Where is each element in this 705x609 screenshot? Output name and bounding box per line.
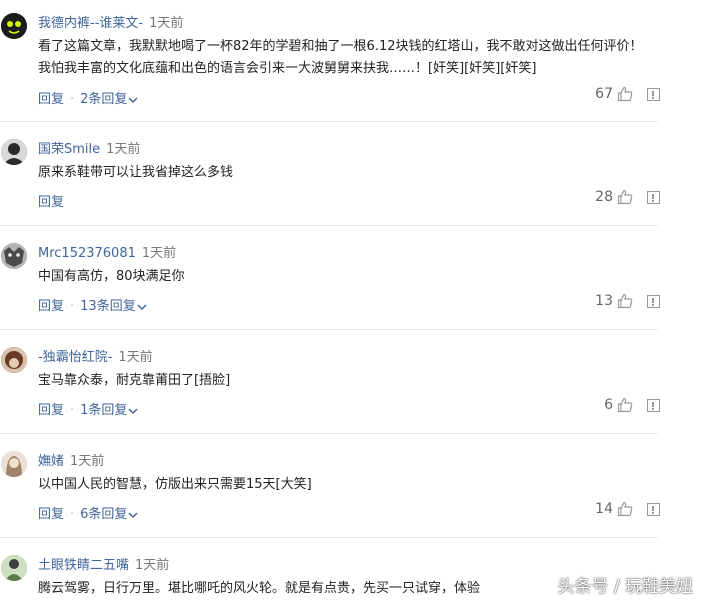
comment-meta: Mrc152376081 1天前 <box>38 242 176 261</box>
reply-button[interactable]: 回复 <box>38 92 64 107</box>
divider <box>0 121 658 122</box>
like-count: 67 <box>595 86 613 102</box>
separator: · <box>70 403 75 418</box>
timestamp: 1天前 <box>106 142 141 157</box>
avatar[interactable] <box>1 555 27 581</box>
avatar[interactable] <box>1 13 27 39</box>
replies-count: 2条回复 <box>80 92 128 107</box>
like-count: 6 <box>604 397 613 413</box>
comment-actions: 回复 · 13条回复 <box>38 295 147 314</box>
like-count: 14 <box>595 501 613 517</box>
separator: · <box>70 92 75 107</box>
timestamp: 1天前 <box>141 246 177 261</box>
username[interactable]: 嫵媎 <box>38 454 64 469</box>
username[interactable]: 我德内裤--谁莱文- <box>38 16 143 31</box>
chevron-down-icon <box>128 407 138 414</box>
avatar[interactable] <box>1 451 27 477</box>
comment-item: -独霸怡红院- 1天前 宝马靠众泰，耐克靠莆田了[捂脸] 回复 · 1条回复 6 <box>0 347 660 427</box>
username[interactable]: 土眼铁睛二五嘴 <box>38 558 129 573</box>
divider <box>0 329 658 330</box>
comment-actions: 回复 · 1条回复 <box>38 399 138 418</box>
comment-text: 宝马靠众泰，耐克靠莆田了[捂脸] <box>38 373 231 388</box>
chevron-down-icon <box>128 96 138 103</box>
like-count: 13 <box>595 293 613 309</box>
avatar[interactable] <box>1 243 27 269</box>
comment-actions: 回复 <box>38 191 64 210</box>
divider <box>0 537 658 538</box>
divider <box>0 225 658 226</box>
comment-item: 我德内裤--谁莱文- 1天前 看了这篇文章，我默默地喝了一杯82年的学碧和抽了一根… <box>0 13 660 113</box>
comment-text: 看了这篇文章，我默默地喝了一杯82年的学碧和抽了一根6.12块钱的红塔山，我不敢… <box>38 39 643 76</box>
comment-text: 以中国人民的智慧，仿版出来只需要15天[大笑] <box>38 477 312 492</box>
comment-actions: 回复 · 6条回复 <box>38 503 138 522</box>
comment-meta: 我德内裤--谁莱文- 1天前 <box>38 12 183 31</box>
thumbs-up-icon[interactable] <box>617 189 633 205</box>
chevron-down-icon <box>137 303 147 310</box>
replies-toggle[interactable]: 1条回复 <box>80 403 138 418</box>
report-icon[interactable] <box>647 398 660 412</box>
avatar[interactable] <box>1 139 27 165</box>
comment-item: 嫵媎 1天前 以中国人民的智慧，仿版出来只需要15天[大笑] 回复 · 6条回复 14 <box>0 451 660 531</box>
like-count: 28 <box>595 189 613 205</box>
replies-toggle[interactable]: 13条回复 <box>80 299 147 314</box>
thumbs-up-icon[interactable] <box>617 397 633 413</box>
reply-button[interactable]: 回复 <box>38 507 64 522</box>
username[interactable]: -独霸怡红院- <box>38 350 112 365</box>
timestamp: 1天前 <box>149 16 184 31</box>
replies-count: 13条回复 <box>80 299 136 314</box>
comment-text: 中国有高仿，80块满足你 <box>38 269 185 284</box>
avatar[interactable] <box>1 347 27 373</box>
timestamp: 1天前 <box>118 350 153 365</box>
comment-text: 原来系鞋带可以让我省掉这么多钱 <box>38 165 234 180</box>
reply-button[interactable]: 回复 <box>38 299 64 314</box>
reply-button[interactable]: 回复 <box>38 403 64 418</box>
comment-item: 国荣Smile 1天前 原来系鞋带可以让我省掉这么多钱 回复 28 <box>0 139 660 219</box>
timestamp: 1天前 <box>135 558 170 573</box>
thumbs-up-icon[interactable] <box>617 86 633 102</box>
like-area: 67 <box>595 86 660 102</box>
report-icon[interactable] <box>647 294 660 308</box>
report-icon[interactable] <box>647 87 660 101</box>
comment-item: Mrc152376081 1天前 中国有高仿，80块满足你 回复 · 13条回复 13 <box>0 243 660 323</box>
comment-meta: 嫵媎 1天前 <box>38 450 104 469</box>
replies-count: 6条回复 <box>80 507 128 522</box>
report-icon[interactable] <box>647 502 660 516</box>
separator: · <box>70 507 75 522</box>
like-area: 28 <box>595 189 660 205</box>
comment-meta: 土眼铁睛二五嘴 1天前 <box>38 554 169 573</box>
thumbs-up-icon[interactable] <box>617 501 633 517</box>
like-area: 14 <box>595 501 660 517</box>
report-icon[interactable] <box>647 190 660 204</box>
timestamp: 1天前 <box>70 454 105 469</box>
chevron-down-icon <box>128 511 138 518</box>
watermark: 头条号 / 玩鞋美妞 <box>557 577 693 597</box>
thumbs-up-icon[interactable] <box>617 293 633 309</box>
comment-actions: 回复 · 2条回复 <box>38 88 138 107</box>
replies-toggle[interactable]: 6条回复 <box>80 507 138 522</box>
separator: · <box>70 299 75 314</box>
username[interactable]: Mrc152376081 <box>38 246 136 261</box>
comment-meta: 国荣Smile 1天前 <box>38 138 140 157</box>
comment-meta: -独霸怡红院- 1天前 <box>38 346 153 365</box>
replies-count: 1条回复 <box>80 403 128 418</box>
like-area: 13 <box>595 293 660 309</box>
reply-button[interactable]: 回复 <box>38 195 64 210</box>
replies-toggle[interactable]: 2条回复 <box>80 92 138 107</box>
like-area: 6 <box>604 397 660 413</box>
username[interactable]: 国荣Smile <box>38 142 100 157</box>
divider <box>0 433 658 434</box>
